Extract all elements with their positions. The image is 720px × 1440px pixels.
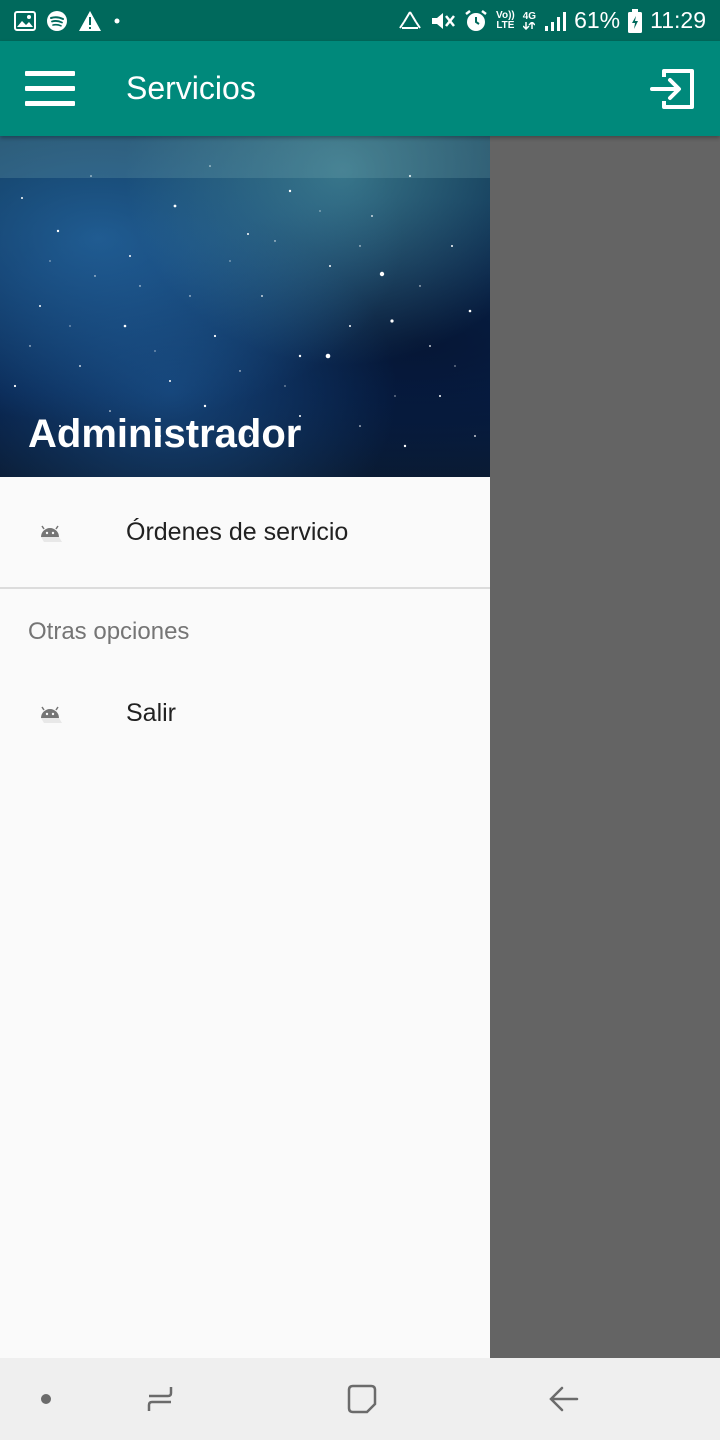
volte-icon: Vo)) LTE bbox=[496, 9, 515, 31]
warning-icon bbox=[78, 10, 102, 32]
volte-bottom-text: LTE bbox=[496, 19, 515, 31]
system-nav-bar bbox=[0, 1358, 720, 1440]
drawer-item-salir[interactable]: Salir bbox=[0, 675, 490, 751]
status-bar: Vo)) LTE 4G 61% 11:29 bbox=[0, 0, 720, 41]
volte-top-text: Vo)) bbox=[496, 9, 515, 21]
android-icon bbox=[41, 525, 62, 542]
menu-button[interactable] bbox=[0, 41, 100, 136]
back-icon bbox=[549, 1386, 579, 1412]
status-time: 11:29 bbox=[650, 7, 706, 33]
network-type-text: 4G bbox=[522, 10, 537, 22]
app-title: Servicios bbox=[126, 70, 256, 106]
battery-percent: 61% bbox=[574, 7, 621, 33]
home-button[interactable] bbox=[340, 1358, 384, 1440]
drawer-section-title: Otras opciones bbox=[28, 618, 190, 645]
drawer-header: Administrador bbox=[0, 136, 490, 477]
dot-icon bbox=[41, 1394, 51, 1404]
network-4g-icon: 4G bbox=[522, 10, 537, 30]
status-left-icons bbox=[14, 0, 122, 41]
recycle-icon bbox=[398, 10, 422, 32]
navigation-drawer: Administrador Órdenes de servicio Otras … bbox=[0, 136, 490, 1358]
spotify-icon bbox=[46, 10, 68, 32]
alarm-icon bbox=[464, 9, 488, 33]
dot-icon bbox=[112, 16, 122, 26]
home-icon bbox=[347, 1384, 377, 1414]
recents-icon bbox=[147, 1387, 173, 1411]
drawer-scrim[interactable] bbox=[490, 136, 720, 1358]
status-right-icons: Vo)) LTE 4G 61% 11:29 bbox=[398, 0, 706, 41]
battery-icon bbox=[628, 8, 643, 33]
android-icon bbox=[41, 706, 62, 723]
nav-dot-button[interactable] bbox=[30, 1358, 62, 1440]
exit-button[interactable] bbox=[648, 65, 698, 113]
hamburger-menu-icon bbox=[25, 70, 75, 106]
drawer-header-title: Administrador bbox=[28, 412, 302, 456]
drawer-item-label: Órdenes de servicio bbox=[126, 517, 349, 546]
app-bar: Servicios bbox=[0, 41, 720, 136]
image-icon bbox=[14, 10, 36, 31]
drawer-item-ordenes-de-servicio[interactable]: Órdenes de servicio bbox=[0, 477, 490, 587]
signal-icon bbox=[544, 10, 567, 32]
drawer-item-label: Salir bbox=[126, 698, 177, 727]
mute-icon bbox=[430, 10, 456, 32]
back-button[interactable] bbox=[542, 1358, 586, 1440]
exit-to-app-icon bbox=[650, 69, 694, 109]
recents-button[interactable] bbox=[140, 1358, 180, 1440]
